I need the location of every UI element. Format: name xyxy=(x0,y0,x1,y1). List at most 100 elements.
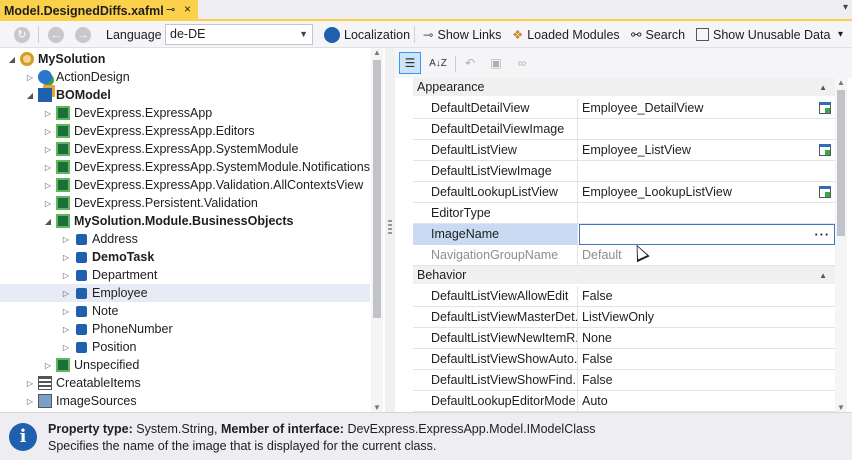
forward-button[interactable]: → xyxy=(75,21,95,48)
property-value[interactable]: ··· xyxy=(579,224,835,245)
property-row[interactable]: DefaultListViewMasterDet... ListViewOnly xyxy=(413,307,835,328)
close-icon[interactable]: × xyxy=(184,2,191,16)
tree-scrollbar-thumb[interactable] xyxy=(373,60,381,318)
expand-arrow-icon[interactable]: ▷ xyxy=(42,127,54,136)
expand-arrow-icon[interactable]: ▷ xyxy=(42,109,54,118)
show-node-button[interactable]: ▣ xyxy=(485,52,507,74)
tree-item[interactable]: ▷ PhoneNumber xyxy=(0,320,370,338)
tree-item[interactable]: ▷ DevExpress.ExpressApp.Validation.AllCon… xyxy=(0,176,370,194)
ellipsis-button[interactable]: ··· xyxy=(815,225,831,245)
refresh-button[interactable]: ↻ xyxy=(14,21,34,48)
expand-arrow-icon[interactable]: ▷ xyxy=(42,199,54,208)
tab-dropdown-icon[interactable]: ▾ xyxy=(843,2,848,13)
expand-arrow-icon[interactable]: ▷ xyxy=(60,307,72,316)
property-value[interactable]: ListViewOnly xyxy=(579,307,835,328)
expand-arrow-icon[interactable]: ▷ xyxy=(24,379,36,388)
property-row[interactable]: DefaultListViewShowAuto... False xyxy=(413,349,835,370)
property-value[interactable]: None xyxy=(579,328,835,349)
tree-item[interactable]: ▷ ActionDesign xyxy=(0,68,370,86)
property-row[interactable]: DefaultDetailViewImage xyxy=(413,119,835,140)
category-header[interactable]: Behavior ▲ xyxy=(413,266,835,284)
property-value[interactable]: Employee_ListView xyxy=(579,140,835,161)
tree-item[interactable]: ◢ BOModel xyxy=(0,86,370,104)
toolbar-overflow-icon[interactable]: ▾ xyxy=(838,21,843,48)
tree-item[interactable]: ▷ Unspecified xyxy=(0,356,370,374)
show-links-button[interactable]: ⊸ Show Links xyxy=(423,21,501,48)
expand-arrow-icon[interactable]: ▷ xyxy=(42,181,54,190)
show-unusable-data-button[interactable]: Show Unusable Data xyxy=(696,21,830,48)
property-row[interactable]: DefaultLookupListView Employee_LookupList… xyxy=(413,182,835,203)
property-row[interactable]: DefaultListViewImage xyxy=(413,161,835,182)
property-row[interactable]: DefaultListViewNewItemR... None xyxy=(413,328,835,349)
tree-item[interactable]: ▷ DevExpress.ExpressApp.SystemModule xyxy=(0,140,370,158)
alphabetical-sort-button[interactable]: A↓Z xyxy=(427,52,449,74)
expand-arrow-icon[interactable]: ▷ xyxy=(60,235,72,244)
property-row[interactable]: DefaultDetailView Employee_DetailView xyxy=(413,98,835,119)
property-row[interactable]: DefaultListViewAllowEdit False xyxy=(413,286,835,307)
categorized-sort-button[interactable]: ☰ xyxy=(399,52,421,74)
collapse-category-icon[interactable]: ▲ xyxy=(819,271,827,280)
property-value[interactable]: Employee_DetailView xyxy=(579,98,835,119)
expand-arrow-icon[interactable]: ▷ xyxy=(60,325,72,334)
property-value[interactable]: False xyxy=(579,286,835,307)
expand-arrow-icon[interactable]: ▷ xyxy=(42,163,54,172)
tree-item[interactable]: ▷ DevExpress.ExpressApp xyxy=(0,104,370,122)
expand-arrow-icon[interactable]: ▷ xyxy=(60,253,72,262)
tree-item[interactable]: ▷ DevExpress.ExpressApp.Editors xyxy=(0,122,370,140)
tree-item[interactable]: ▷ Address xyxy=(0,230,370,248)
pin-icon[interactable]: ⊸ xyxy=(166,3,175,16)
link-button[interactable]: ∞ xyxy=(511,52,533,74)
property-row[interactable]: ImageName ··· xyxy=(413,224,835,245)
tree-item[interactable]: ▷ DemoTask xyxy=(0,248,370,266)
expand-arrow-icon[interactable]: ▷ xyxy=(24,397,36,406)
property-grid-scrollbar[interactable]: ▲ ▼ xyxy=(835,78,847,412)
tree-scrollbar[interactable]: ▲ ▼ xyxy=(371,48,383,412)
property-value[interactable] xyxy=(579,203,835,224)
property-value[interactable]: Default xyxy=(579,245,835,266)
collapse-arrow-icon[interactable]: ◢ xyxy=(24,91,36,100)
property-grid-scrollbar-thumb[interactable] xyxy=(837,90,845,236)
tree-item[interactable]: ▷ DevExpress.Persistent.Validation xyxy=(0,194,370,212)
tree-item[interactable]: ▷ CreatableItems xyxy=(0,374,370,392)
expand-arrow-icon[interactable]: ▷ xyxy=(42,361,54,370)
property-row[interactable]: DefaultListView Employee_ListView xyxy=(413,140,835,161)
collapse-category-icon[interactable]: ▲ xyxy=(819,83,827,92)
reset-button[interactable]: ↶ xyxy=(459,52,481,74)
view-editor-icon[interactable] xyxy=(819,102,831,114)
property-row[interactable]: NavigationGroupName Default xyxy=(413,245,835,266)
property-row[interactable]: EditorType xyxy=(413,203,835,224)
expand-arrow-icon[interactable]: ▷ xyxy=(42,145,54,154)
tree-item[interactable]: ▷ DevExpress.ExpressApp.SystemModule.Noti… xyxy=(0,158,370,176)
language-select[interactable]: de-DE ▼ xyxy=(165,24,313,45)
scroll-down-icon[interactable]: ▼ xyxy=(837,403,845,412)
back-button[interactable]: ← xyxy=(48,21,68,48)
search-button[interactable]: ⚯ Search xyxy=(631,21,685,48)
property-value[interactable]: False xyxy=(579,349,835,370)
collapse-arrow-icon[interactable]: ◢ xyxy=(6,55,18,64)
scroll-up-icon[interactable]: ▲ xyxy=(373,48,381,57)
tree-item[interactable]: ◢ MySolution.Module.BusinessObjects xyxy=(0,212,370,230)
document-tab[interactable]: Model.DesignedDiffs.xafml ⊸ × xyxy=(0,0,198,21)
tree-item[interactable]: ▷ Employee xyxy=(0,284,370,302)
expand-arrow-icon[interactable]: ▷ xyxy=(60,271,72,280)
tree-item[interactable]: ▷ Department xyxy=(0,266,370,284)
loaded-modules-button[interactable]: ❖ Loaded Modules xyxy=(512,21,620,48)
tree-item[interactable]: ▷ Position xyxy=(0,338,370,356)
expand-arrow-icon[interactable]: ▷ xyxy=(60,343,72,352)
property-value[interactable]: Auto xyxy=(579,391,835,412)
category-header[interactable]: Appearance ▲ xyxy=(413,78,835,96)
scroll-down-icon[interactable]: ▼ xyxy=(373,403,381,412)
property-value[interactable] xyxy=(579,161,835,182)
panel-splitter[interactable] xyxy=(385,48,395,412)
property-value[interactable]: Employee_LookupListView xyxy=(579,182,835,203)
expand-arrow-icon[interactable]: ▷ xyxy=(60,289,72,298)
property-row[interactable]: DefaultLookupEditorMode Auto xyxy=(413,391,835,412)
property-row[interactable]: DefaultListViewShowFind... False xyxy=(413,370,835,391)
tree-item[interactable]: ▷ ImageSources xyxy=(0,392,370,410)
expand-arrow-icon[interactable]: ▷ xyxy=(24,73,36,82)
scroll-up-icon[interactable]: ▲ xyxy=(837,78,845,87)
view-editor-icon[interactable] xyxy=(819,144,831,156)
tree-item[interactable]: ◢ MySolution xyxy=(0,50,370,68)
collapse-arrow-icon[interactable]: ◢ xyxy=(42,217,54,226)
localization-button[interactable]: Localization xyxy=(324,21,410,48)
